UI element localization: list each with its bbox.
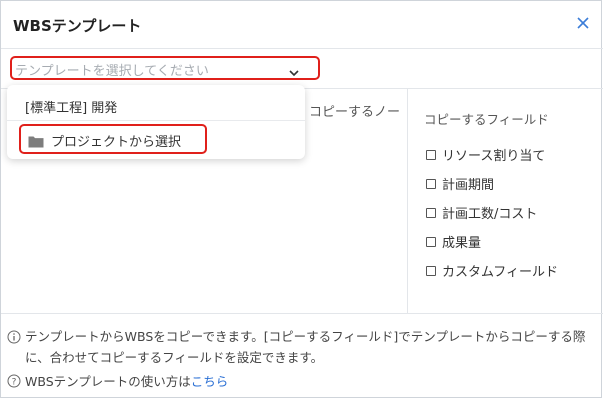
dialog-title: WBSテンプレート	[13, 17, 142, 35]
dropdown-item-standard-process[interactable]: [標準工程] 開発	[7, 85, 305, 121]
help-link[interactable]: こちら	[191, 374, 229, 389]
help-text: WBSテンプレートの使い方は	[25, 374, 191, 389]
template-dropdown-menu: [標準工程] 開発 プロジェクトから選択	[7, 85, 305, 159]
svg-text:?: ?	[12, 378, 17, 388]
help-icon: ?	[7, 374, 21, 388]
field-resource-allocation[interactable]: リソース割り当て	[424, 140, 558, 169]
field-planned-effort-cost[interactable]: 計画工数/コスト	[424, 198, 558, 227]
checkbox[interactable]	[426, 265, 436, 276]
info-icon	[7, 329, 21, 344]
field-label: カスタムフィールド	[442, 265, 558, 280]
copy-nodes-label: コピーするノー	[309, 105, 401, 120]
close-icon[interactable]	[575, 15, 591, 31]
dropdown-item-label: [標準工程] 開発	[25, 101, 118, 116]
template-select-placeholder: テンプレートを選択してください	[15, 64, 209, 79]
copy-fields-title: コピーするフィールド	[424, 112, 549, 127]
toolbar: テンプレートを選択してください	[1, 49, 603, 89]
checkbox[interactable]	[426, 149, 436, 160]
help-line: ? WBSテンプレートの使い方はこちら	[7, 371, 228, 390]
info-message: テンプレートからWBSをコピーできます。[コピーするフィールド]でテンプレートか…	[7, 326, 597, 368]
field-custom-field[interactable]: カスタムフィールド	[424, 256, 558, 285]
field-planned-period[interactable]: 計画期間	[424, 169, 558, 198]
dropdown-item-label: プロジェクトから選択	[51, 135, 182, 150]
field-label: 計画工数/コスト	[442, 207, 538, 222]
chevron-down-icon	[288, 63, 300, 77]
folder-icon	[28, 133, 44, 148]
wbs-template-dialog: WBSテンプレート テンプレートを選択してください コピーするノー コピーするフ…	[0, 0, 603, 399]
checkbox[interactable]	[426, 178, 436, 189]
field-label: 成果量	[442, 236, 482, 251]
dropdown-item-select-from-project[interactable]: プロジェクトから選択	[19, 124, 207, 154]
checkbox[interactable]	[426, 236, 436, 247]
vertical-divider	[407, 89, 408, 313]
field-label: リソース割り当て	[442, 149, 546, 164]
field-label: 計画期間	[442, 178, 495, 193]
checkbox[interactable]	[426, 207, 436, 218]
info-text: テンプレートからWBSをコピーできます。[コピーするフィールド]でテンプレートか…	[25, 329, 586, 365]
template-select[interactable]: テンプレートを選択してください	[10, 56, 320, 80]
dialog-header: WBSテンプレート	[1, 1, 603, 49]
dialog-footer: テンプレートからWBSをコピーできます。[コピーするフィールド]でテンプレートか…	[1, 313, 603, 399]
field-deliverable-amount[interactable]: 成果量	[424, 227, 558, 256]
copy-fields-panel: コピーするフィールド リソース割り当て 計画期間 計画工数/コスト 成果量 カス…	[424, 109, 558, 285]
